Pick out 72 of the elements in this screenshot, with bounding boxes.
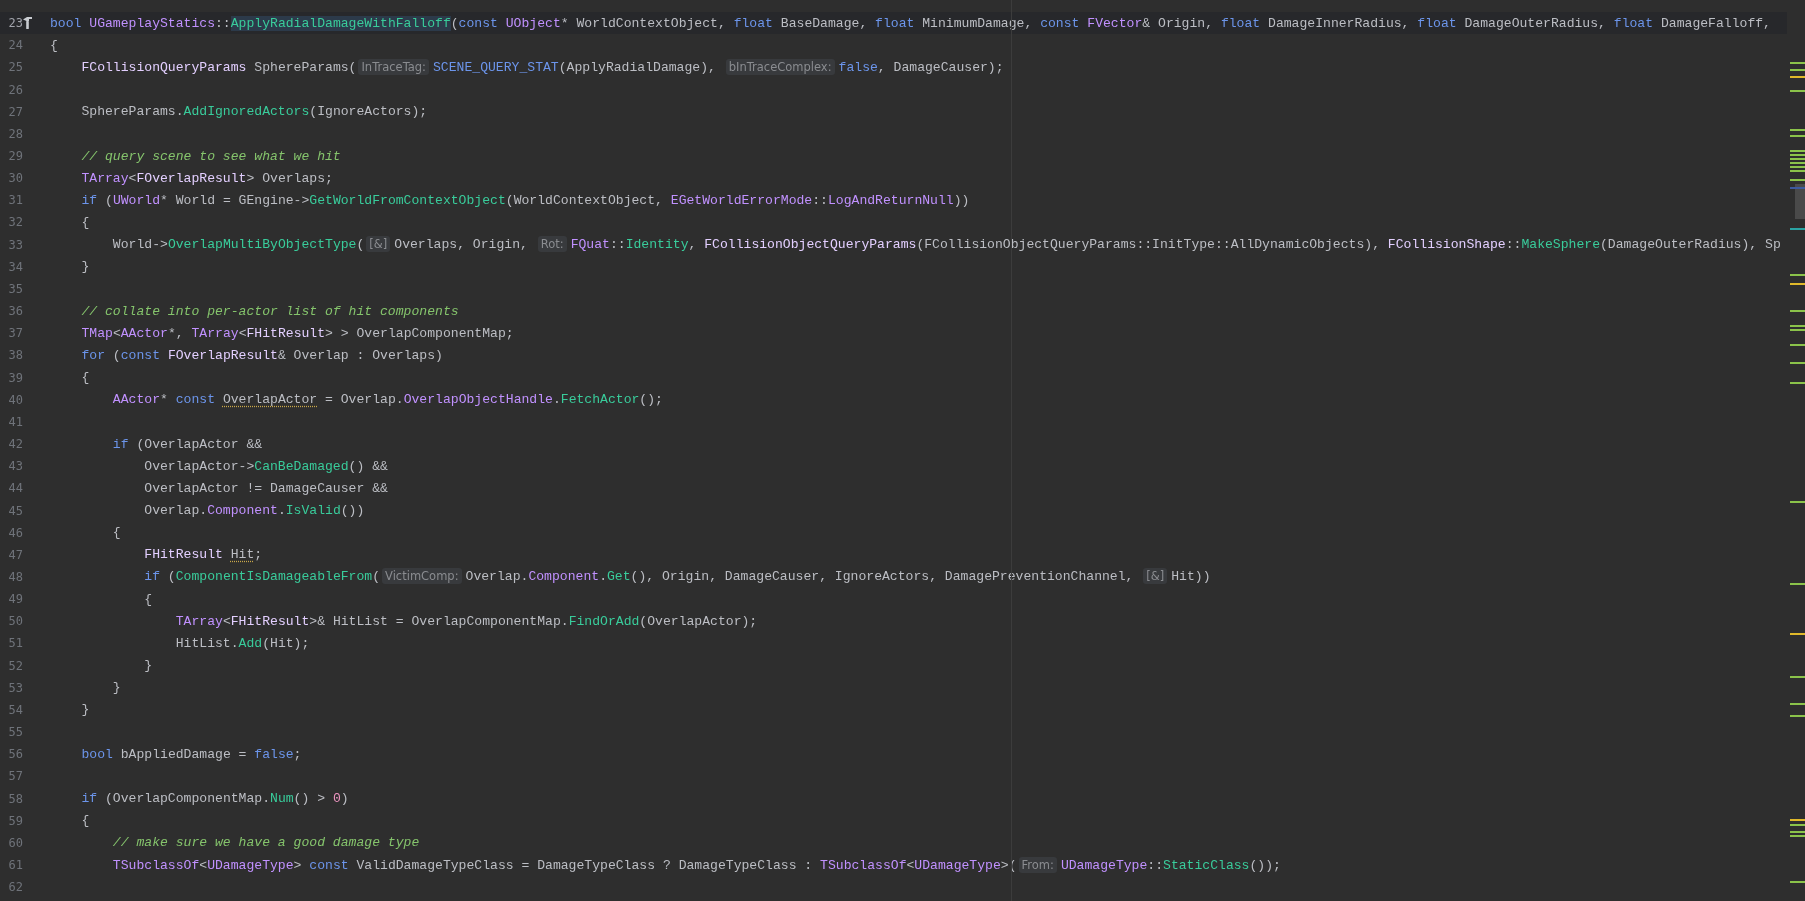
code-line: HitList.Add(Hit); bbox=[174, 635, 310, 651]
code-line: TMap<AActor*, TArray<FHitResult> > OverlapComponentMap; bbox=[80, 325, 514, 341]
line-number: 41 bbox=[7, 414, 23, 429]
code-line: } bbox=[80, 259, 90, 275]
code-line: } bbox=[80, 702, 90, 718]
code-line: TArray<FHitResult>& HitList = OverlapComponentMap.FindOrAdd(OverlapActor); bbox=[174, 613, 758, 629]
line-number: 43 bbox=[7, 459, 23, 474]
code-line: // make sure we have a good damage type bbox=[111, 835, 420, 851]
line-number: 37 bbox=[7, 326, 23, 341]
line-number: 57 bbox=[7, 769, 23, 784]
line-number: 62 bbox=[7, 880, 23, 895]
code-line: { bbox=[80, 215, 90, 230]
line-number: 39 bbox=[7, 370, 23, 385]
code-line: } bbox=[143, 658, 153, 674]
code-line: if (OverlapActor && bbox=[111, 436, 263, 452]
code-line: OverlapActor != DamageCauser && bbox=[143, 480, 388, 496]
code-line: } bbox=[111, 680, 121, 696]
line-number: 52 bbox=[7, 658, 23, 673]
code-line: TArray<FOverlapResult> Overlaps; bbox=[80, 170, 333, 186]
line-number: 53 bbox=[7, 680, 23, 695]
line-number: 24 bbox=[7, 38, 23, 53]
line-number: 38 bbox=[7, 348, 23, 363]
line-number: 32 bbox=[7, 215, 23, 230]
code-line: if (OverlapComponentMap.Num() > 0) bbox=[80, 791, 349, 807]
code-line: { bbox=[50, 37, 58, 53]
code-line: { bbox=[143, 591, 153, 607]
code-line: World->OverlapMultiByObjectType( [&] Overlaps, Origin, Rot: FQuat::Identity, FCollisionObjectQueryParams(FCollisionObjectQueryParams::InitType::AllDynamicObjects), FCollisionShape::MakeSphere(DamageOuterRadius), Sp bbox=[111, 237, 1781, 253]
line-number: 33 bbox=[7, 237, 23, 252]
line-number: 34 bbox=[7, 259, 23, 274]
line-number: 29 bbox=[7, 149, 23, 163]
line-number: 44 bbox=[7, 481, 23, 496]
line-number: 25 bbox=[7, 60, 23, 75]
code-line: bool UGameplayStatics::ApplyRadialDamageWithFalloff(const UObject* WorldContextObject, float BaseDamage, float MinimumDamage, const FVector& Origin, float DamageInnerRadius, float DamageOuterRadius, float DamageFalloff, bbox=[50, 15, 1771, 31]
line-number: 27 bbox=[7, 104, 23, 119]
line-number: 59 bbox=[7, 813, 23, 828]
code-line: // query scene to see what we hit bbox=[80, 148, 341, 164]
code-line: SphereParams.AddIgnoredActors(IgnoreActors); bbox=[80, 104, 428, 120]
line-number: 31 bbox=[7, 193, 23, 208]
code-line: // collate into per-actor list of hit components bbox=[80, 303, 459, 319]
line-number: 58 bbox=[7, 791, 23, 806]
code-line: FCollisionQueryParams SphereParams( InTraceTag: SCENE_QUERY_STAT(ApplyRadialDamage), bInTraceComplex: false, DamageCauser); bbox=[80, 59, 1004, 75]
code-line: AActor* const OverlapActor = Overlap.OverlapObjectHandle.FetchActor(); bbox=[111, 392, 663, 408]
line-number: 23 bbox=[7, 16, 23, 31]
line-number: 28 bbox=[7, 126, 23, 141]
line-number: 46 bbox=[7, 525, 23, 540]
line-number: 42 bbox=[7, 437, 23, 452]
line-number: 35 bbox=[7, 281, 23, 296]
line-number: 48 bbox=[7, 570, 23, 584]
line-number: 26 bbox=[7, 82, 23, 97]
line-number: 40 bbox=[7, 392, 23, 407]
line-number: 36 bbox=[7, 304, 23, 319]
line-number: 56 bbox=[7, 747, 23, 762]
line-number: 30 bbox=[7, 171, 23, 186]
code-line: { bbox=[80, 813, 90, 829]
line-number: 60 bbox=[7, 835, 23, 850]
code-line: Overlap.Component.IsValid()) bbox=[143, 503, 365, 518]
code-line: { bbox=[80, 370, 90, 386]
line-number: 54 bbox=[7, 702, 23, 717]
line-number: 50 bbox=[7, 614, 23, 629]
code-line: for (const FOverlapResult& Overlap : Overlaps) bbox=[80, 347, 443, 363]
code-line: FHitResult Hit; bbox=[143, 547, 263, 563]
code-line: bool bAppliedDamage = false; bbox=[80, 746, 302, 762]
line-number: 47 bbox=[7, 547, 23, 562]
code-line: OverlapActor->CanBeDamaged() && bbox=[143, 458, 388, 474]
line-number: 61 bbox=[7, 858, 23, 872]
code-line: if (UWorld* World = GEngine->GetWorldFromContextObject(WorldContextObject, EGetWorldErrorMode::LogAndReturnNull)) bbox=[80, 192, 970, 208]
line-number: 51 bbox=[7, 636, 23, 651]
line-number: 55 bbox=[7, 725, 23, 740]
line-number: 49 bbox=[7, 592, 23, 607]
code-line: if (ComponentIsDamageableFrom( VictimComp: Overlap.Component.Get(), Origin, DamageCauser, IgnoreActors, DamagePreventionChannel, [&] Hit)) bbox=[143, 569, 1211, 585]
code-line: { bbox=[111, 525, 121, 541]
line-number: 45 bbox=[7, 503, 23, 518]
